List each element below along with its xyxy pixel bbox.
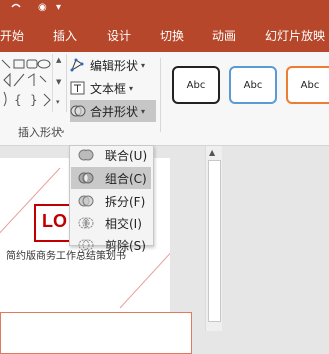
group-separator <box>160 58 161 132</box>
tab-insert[interactable]: 插入 <box>53 27 77 44</box>
ribbon-tabs: 开始 插入 设计 切换 动画 幻灯片放映 <box>0 18 329 52</box>
merge-shapes-label: 合并形状 <box>90 104 139 119</box>
vertical-scrollbar[interactable]: ▲ <box>205 146 222 331</box>
group-label-insert-shapes: 插入形状 <box>18 126 62 139</box>
scroll-thumb[interactable] <box>208 160 221 322</box>
text-box-icon <box>70 81 86 95</box>
dialog-launcher-icon[interactable]: ↘ <box>58 126 65 135</box>
menu-item-fragment[interactable]: 拆分(F) <box>71 190 151 212</box>
tab-home[interactable]: 开始 <box>0 27 24 44</box>
shapes-scroll[interactable]: ▲ ▼ ▾ <box>52 54 66 112</box>
tab-design[interactable]: 设计 <box>107 27 131 44</box>
chevron-down-icon: ▾ <box>141 106 146 116</box>
chevron-down-icon: ▾ <box>129 83 134 93</box>
shape-style-3[interactable]: Abc <box>286 66 329 104</box>
text-box-label: 文本框 <box>90 81 127 96</box>
combine-icon <box>77 170 95 186</box>
scroll-up-icon[interactable]: ▲ <box>209 148 215 157</box>
intersect-icon <box>77 215 95 231</box>
svg-text:{: { <box>14 93 22 107</box>
menu-item-combine[interactable]: 组合(C) <box>71 167 151 189</box>
menu-item-union[interactable]: 联合(U) <box>71 144 151 166</box>
record-icon[interactable]: ◉ <box>38 2 47 13</box>
shape-style-2[interactable]: Abc <box>229 66 277 104</box>
text-box-button[interactable]: 文本框 ▾ <box>70 77 156 99</box>
menu-item-subtract[interactable]: 剪除(S) <box>71 234 151 256</box>
shapes-gallery[interactable]: { } ▲ ▼ ▾ <box>0 54 67 112</box>
title-bar: ◉ ▾ <box>0 0 329 18</box>
ribbon: { } ▲ ▼ ▾ 编辑形状 ▾ 文本框 ▾ 合并形状 ▾ 插入形状 ↘ Abc… <box>0 52 329 146</box>
tab-transitions[interactable]: 切换 <box>160 27 184 44</box>
slide-canvas: LO 简约版商务工作总结策划书 <box>0 146 329 331</box>
quick-access-dropdown-icon[interactable]: ▾ <box>56 2 61 13</box>
svg-text:}: } <box>30 93 38 107</box>
edit-shape-button[interactable]: 编辑形状 ▾ <box>70 54 156 76</box>
shape-style-1[interactable]: Abc <box>172 66 220 104</box>
tab-slideshow[interactable]: 幻灯片放映 <box>265 27 325 44</box>
union-icon <box>77 147 95 163</box>
tab-animations[interactable]: 动画 <box>212 27 236 44</box>
merge-shapes-button[interactable]: 合并形状 ▾ <box>70 100 156 122</box>
menu-item-intersect[interactable]: 相交(I) <box>71 212 151 234</box>
chevron-down-icon: ▾ <box>141 60 146 70</box>
merge-shapes-icon <box>70 104 86 118</box>
edit-shape-label: 编辑形状 <box>90 58 139 73</box>
edit-shape-icon <box>70 58 86 72</box>
merge-shapes-menu: 联合(U) 组合(C) 拆分(F) 相交(I) 剪除(S) <box>69 144 154 253</box>
fragment-icon <box>77 193 95 209</box>
subtract-icon <box>77 237 95 253</box>
next-slide-thumbnail[interactable] <box>0 312 192 354</box>
undo-icon[interactable] <box>10 2 22 15</box>
